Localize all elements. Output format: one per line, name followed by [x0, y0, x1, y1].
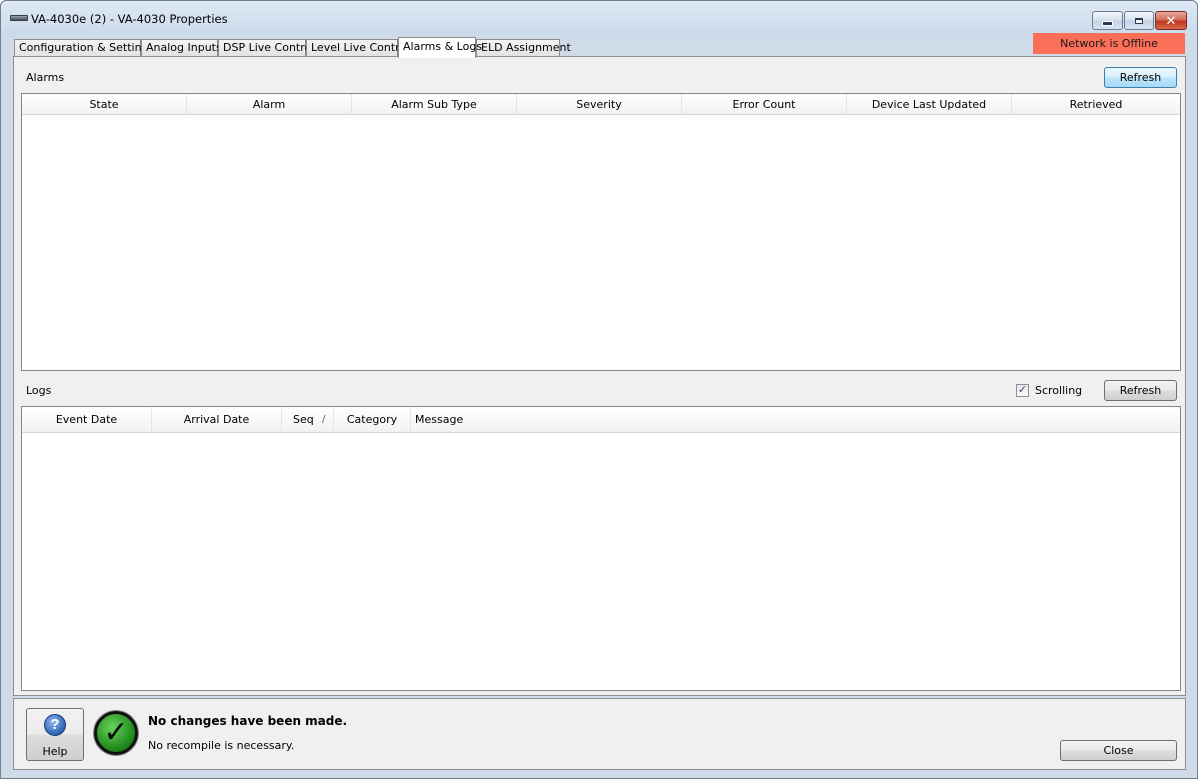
close-icon: ✕	[1165, 12, 1177, 28]
alarms-logs-panel: Alarms Refresh State Alarm Alarm Sub Typ…	[13, 56, 1186, 696]
column-header-message[interactable]: Message	[411, 407, 1180, 433]
close-button[interactable]: Close	[1060, 740, 1177, 761]
logs-refresh-button[interactable]: Refresh	[1104, 380, 1177, 401]
footer-panel: ? Help ✓ No changes have been made. No r…	[13, 698, 1186, 770]
column-header-retrieved[interactable]: Retrieved	[1012, 94, 1180, 115]
column-header-seq[interactable]: Seq /	[282, 407, 334, 433]
alarms-refresh-button[interactable]: Refresh	[1104, 67, 1177, 88]
window-title: VA-4030e (2) - VA-4030 Properties	[31, 12, 228, 26]
status-message: No changes have been made.	[148, 714, 348, 728]
column-header-device-last-updated[interactable]: Device Last Updated	[847, 94, 1012, 115]
checkbox-check-icon: ✓	[1017, 384, 1028, 396]
column-header-event-date[interactable]: Event Date	[22, 407, 152, 433]
network-status-badge: Network is Offline	[1033, 33, 1185, 54]
tab-analog-inputs[interactable]: Analog Inputs	[141, 39, 222, 57]
column-header-category[interactable]: Category	[334, 407, 411, 433]
device-icon	[10, 15, 28, 21]
maximize-icon	[1135, 17, 1143, 24]
scrolling-checkbox-label[interactable]: Scrolling	[1035, 384, 1082, 397]
help-button[interactable]: ? Help	[26, 708, 84, 761]
properties-window: VA-4030e (2) - VA-4030 Properties ✕ Conf…	[0, 0, 1198, 779]
tab-configuration-settings[interactable]: Configuration & Settings	[14, 39, 154, 57]
sort-ascending-icon: /	[322, 414, 326, 425]
tab-level-live-control[interactable]: Level Live Control	[306, 39, 409, 57]
column-header-seq-label: Seq	[293, 413, 314, 426]
alarms-table[interactable]: State Alarm Alarm Sub Type Severity Erro…	[21, 93, 1181, 371]
minimize-icon	[1102, 21, 1113, 26]
column-header-error-count[interactable]: Error Count	[682, 94, 847, 115]
tab-alarms-logs[interactable]: Alarms & Logs	[398, 37, 482, 58]
column-header-alarm-sub-type[interactable]: Alarm Sub Type	[352, 94, 517, 115]
alarms-table-header: State Alarm Alarm Sub Type Severity Erro…	[22, 94, 1180, 115]
question-icon: ?	[44, 714, 66, 736]
column-header-severity[interactable]: Severity	[517, 94, 682, 115]
logs-table[interactable]: Event Date Arrival Date Seq / Category M…	[21, 406, 1181, 691]
close-window-button[interactable]: ✕	[1155, 11, 1187, 30]
title-bar: VA-4030e (2) - VA-4030 Properties ✕	[1, 1, 1197, 35]
logs-section-label: Logs	[26, 384, 52, 397]
logs-table-header: Event Date Arrival Date Seq / Category M…	[22, 407, 1180, 433]
help-button-label: Help	[42, 745, 68, 758]
alarms-section-label: Alarms	[26, 71, 65, 84]
column-header-alarm[interactable]: Alarm	[187, 94, 352, 115]
minimize-button[interactable]	[1092, 11, 1123, 30]
checkmark-icon: ✓	[94, 711, 138, 755]
maximize-button[interactable]	[1124, 11, 1154, 30]
column-header-arrival-date[interactable]: Arrival Date	[152, 407, 282, 433]
status-submessage: No recompile is necessary.	[148, 739, 295, 752]
tab-dsp-live-control[interactable]: DSP Live Control	[218, 39, 314, 57]
tab-eld-assignment[interactable]: ELD Assignment	[476, 39, 571, 57]
scrolling-checkbox[interactable]: ✓	[1016, 384, 1029, 397]
column-header-state[interactable]: State	[22, 94, 187, 115]
